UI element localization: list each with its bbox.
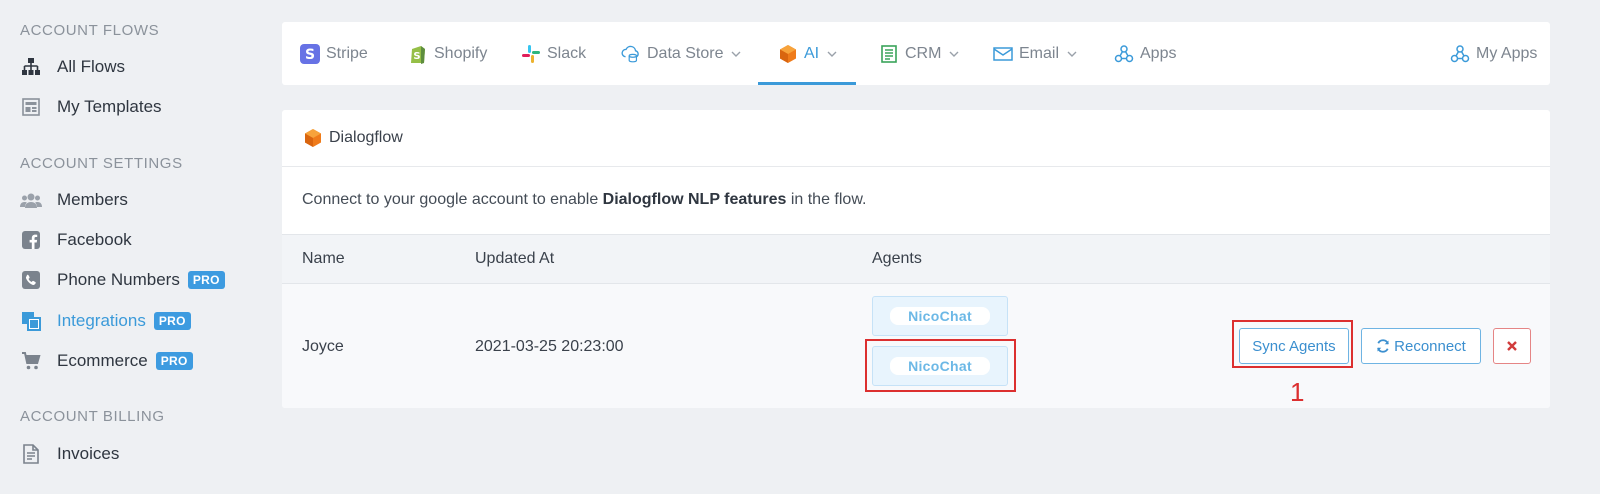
chevron-down-icon [1067, 51, 1077, 57]
integration-tabs: S Stripe S Shopify Slack Data Store AI C… [282, 22, 1550, 85]
shopify-icon: S [408, 44, 428, 64]
invoice-icon [20, 443, 42, 465]
sidebar-item-all-flows[interactable]: All Flows [20, 52, 125, 82]
sitemap-icon [20, 56, 42, 78]
sidebar: ACCOUNT FLOWS All Flows My Templates ACC… [0, 0, 262, 494]
agent-name: NicoChat [890, 307, 990, 325]
column-name: Name [302, 250, 345, 267]
agent-chip[interactable]: NicoChat [872, 296, 1008, 336]
integrations-icon [20, 310, 42, 332]
slack-icon [521, 44, 541, 64]
close-icon [1507, 341, 1517, 351]
column-agents: Agents [872, 250, 922, 267]
table-header: Name Updated At Agents [282, 234, 1550, 284]
reconnect-button[interactable]: Reconnect [1361, 328, 1481, 364]
tab-apps[interactable]: Apps [1114, 22, 1176, 85]
row-updated-at: 2021-03-25 20:23:00 [475, 338, 624, 355]
tab-label: Email [1019, 44, 1060, 62]
section-title-account-settings: ACCOUNT SETTINGS [20, 155, 183, 172]
pro-badge: PRO [187, 271, 225, 289]
cloud-database-icon [621, 44, 641, 64]
sidebar-item-label: Invoices [57, 444, 120, 463]
dialogflow-icon [304, 128, 322, 148]
sidebar-item-label: Integrations [57, 311, 146, 330]
webhook-icon [1450, 44, 1470, 64]
users-icon [20, 189, 42, 211]
annotation-highlight-agent [865, 339, 1016, 392]
tab-label: Shopify [434, 44, 488, 62]
tab-email[interactable]: Email [993, 22, 1077, 85]
desc-bold-text: Dialogflow NLP features [602, 191, 787, 208]
envelope-icon [993, 44, 1013, 64]
card-title: Dialogflow [329, 129, 403, 146]
tab-label: Slack [547, 44, 587, 62]
row-name: Joyce [302, 338, 344, 355]
annotation-number: 1 [1290, 377, 1305, 407]
tab-label: AI [804, 44, 820, 62]
facebook-icon [20, 229, 42, 251]
active-tab-indicator [758, 82, 856, 85]
chevron-down-icon [731, 51, 741, 57]
chevron-down-icon [827, 51, 837, 57]
tab-label: Stripe [326, 44, 368, 62]
tab-my-apps[interactable]: My Apps [1450, 22, 1537, 85]
sidebar-item-ecommerce[interactable]: Ecommerce PRO [20, 346, 193, 376]
card-header: Dialogflow [282, 110, 1550, 167]
tab-label: My Apps [1476, 44, 1538, 62]
tab-label: Apps [1140, 44, 1177, 62]
svg-text:S: S [413, 51, 420, 62]
refresh-icon [1376, 339, 1390, 353]
sidebar-item-label: All Flows [57, 57, 126, 76]
card-description: Connect to your google account to enable… [302, 191, 866, 209]
tab-shopify[interactable]: S Shopify [408, 22, 487, 85]
template-icon [20, 96, 42, 118]
tab-stripe[interactable]: S Stripe [300, 22, 368, 85]
dialogflow-icon [778, 44, 798, 64]
pro-badge: PRO [153, 312, 191, 330]
desc-text: in the flow. [786, 191, 867, 208]
sidebar-item-integrations[interactable]: Integrations PRO [20, 306, 191, 336]
webhook-icon [1114, 44, 1134, 64]
sidebar-item-label: Ecommerce [57, 351, 148, 370]
desc-text: Connect to your google account to enable [302, 191, 603, 208]
sidebar-item-phone-numbers[interactable]: Phone Numbers PRO [20, 265, 225, 295]
sidebar-item-my-templates[interactable]: My Templates [20, 92, 162, 122]
column-updated-at: Updated At [475, 250, 555, 267]
tab-slack[interactable]: Slack [521, 22, 586, 85]
tab-crm[interactable]: CRM [879, 22, 959, 85]
shopping-cart-icon [20, 350, 42, 372]
sidebar-item-label: Members [57, 190, 128, 209]
tab-data-store[interactable]: Data Store [621, 22, 741, 85]
pro-badge: PRO [155, 352, 193, 370]
sidebar-item-label: Facebook [57, 230, 132, 249]
stripe-icon: S [300, 43, 320, 64]
delete-button[interactable] [1493, 328, 1531, 364]
tab-label: Data Store [647, 44, 724, 62]
crm-icon [879, 44, 899, 64]
tab-ai[interactable]: AI [778, 22, 837, 85]
sidebar-item-invoices[interactable]: Invoices [20, 439, 119, 469]
sidebar-item-label: My Templates [57, 97, 162, 116]
svg-text:S: S [305, 47, 315, 63]
sidebar-item-facebook[interactable]: Facebook [20, 225, 132, 255]
annotation-highlight-sync [1232, 320, 1353, 368]
reconnect-label: Reconnect [1394, 337, 1466, 355]
sidebar-item-members[interactable]: Members [20, 185, 128, 215]
chevron-down-icon [949, 51, 959, 57]
sidebar-item-label: Phone Numbers [57, 270, 180, 289]
section-title-account-flows: ACCOUNT FLOWS [20, 22, 160, 39]
section-title-account-billing: ACCOUNT BILLING [20, 408, 165, 425]
tab-label: CRM [905, 44, 942, 62]
phone-icon [20, 269, 42, 291]
